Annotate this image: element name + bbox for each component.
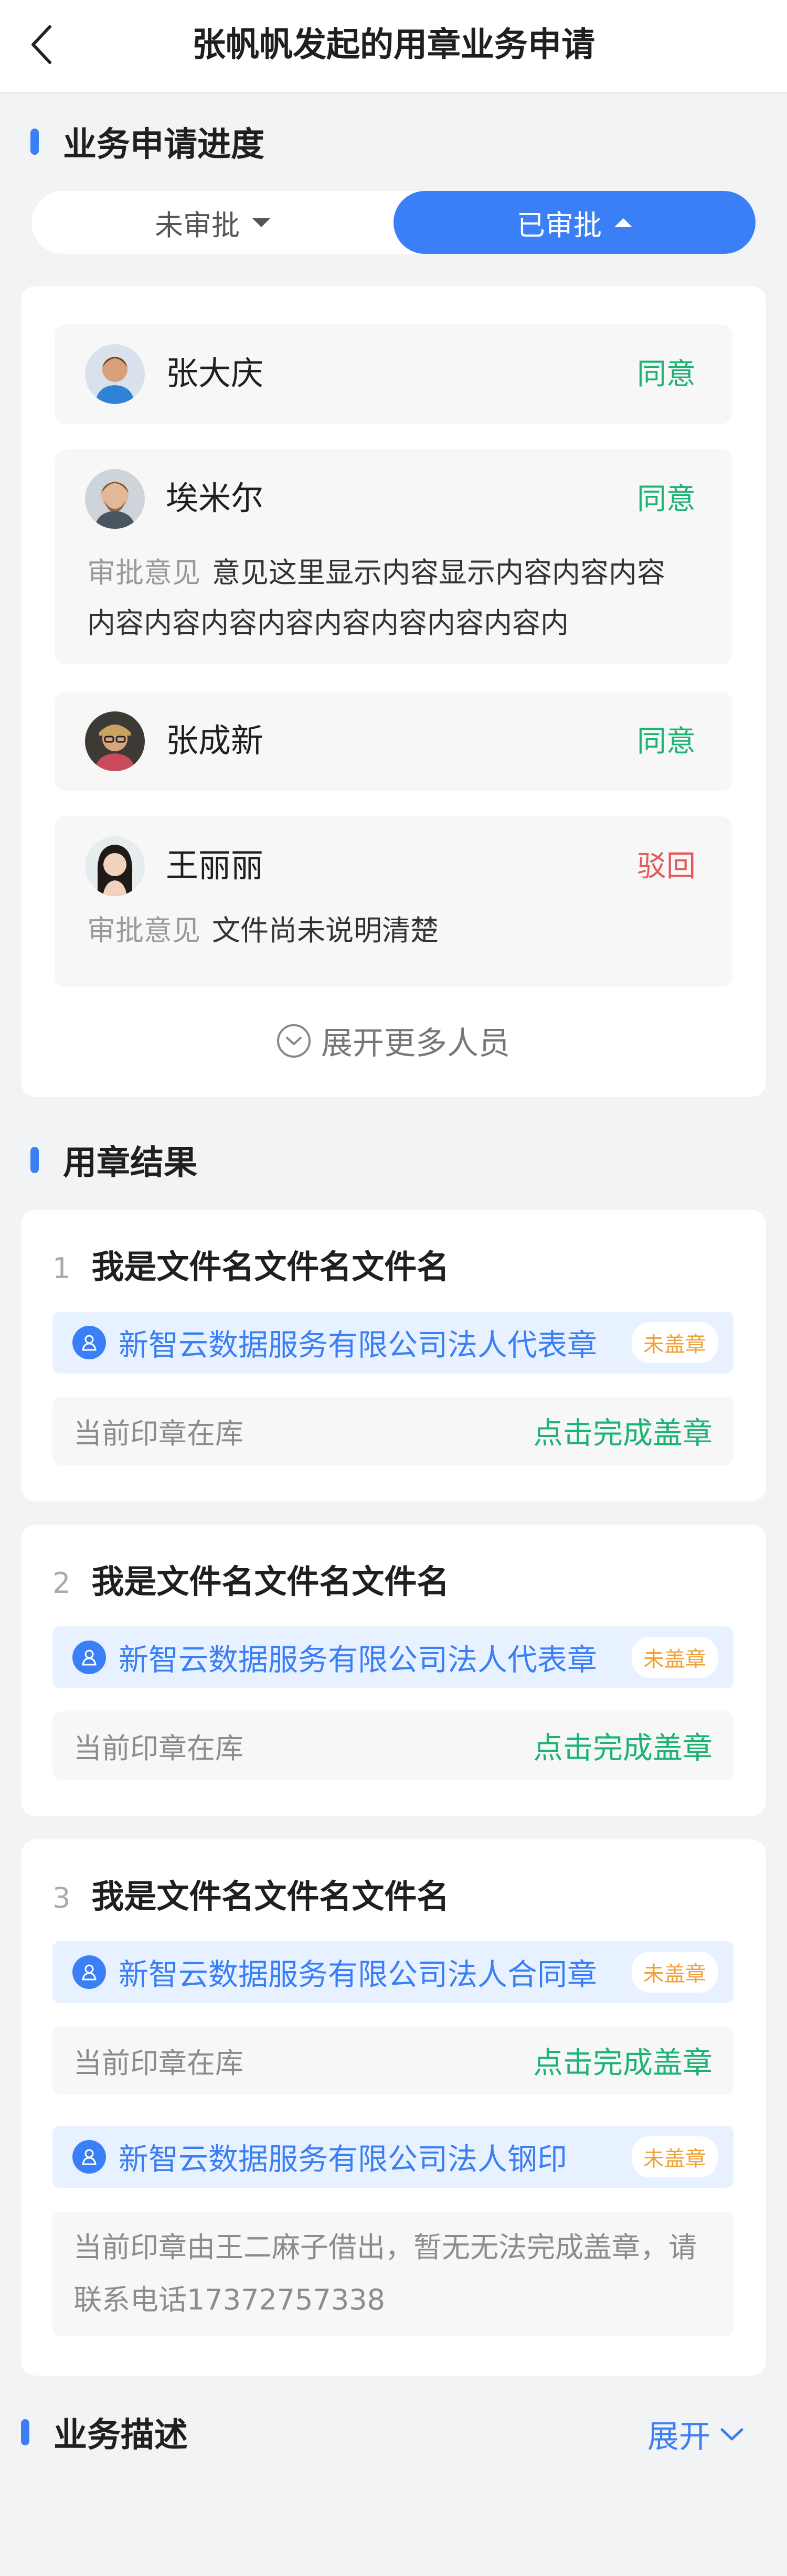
section-accent-bar bbox=[21, 2419, 29, 2445]
user-stamp-icon bbox=[72, 1641, 106, 1674]
caret-up-icon bbox=[614, 218, 632, 227]
seal-stock-text: 当前印章在库 bbox=[73, 1731, 243, 1765]
seal-name: 新智云数据服务有限公司法人代表章 bbox=[119, 1643, 597, 1677]
file-name: 我是文件名文件名文件名 bbox=[91, 1562, 450, 1601]
approver-name: 埃米尔 bbox=[166, 479, 264, 517]
approval-opinion: 审批意见 文件尚未说明清楚 bbox=[87, 909, 685, 953]
description-expand-button[interactable]: 展开 bbox=[647, 2411, 745, 2457]
seal-row: 新智云数据服务有限公司法人合同章 未盖章 bbox=[52, 1941, 733, 2003]
tab-pending-label: 未审批 bbox=[155, 208, 240, 242]
approver-item: 王丽丽 驳回 审批意见 文件尚未说明清楚 bbox=[55, 816, 732, 987]
seal-stock-row: 当前印章在库 点击完成盖章 bbox=[52, 1397, 733, 1465]
top-nav-bar: 张帆帆发起的用章业务申请 bbox=[0, 0, 787, 93]
seal-status-badge: 未盖章 bbox=[632, 1952, 718, 1993]
file-number: 2 bbox=[52, 1567, 71, 1600]
file-title-row: 3 我是文件名文件名文件名 bbox=[52, 1870, 449, 1917]
complete-stamp-button[interactable]: 点击完成盖章 bbox=[533, 1724, 712, 1767]
user-stamp-icon bbox=[72, 1326, 106, 1359]
opinion-label: 审批意见 bbox=[87, 914, 200, 947]
section-accent-bar bbox=[30, 1147, 39, 1173]
user-stamp-icon bbox=[72, 2140, 106, 2174]
section-accent-bar bbox=[30, 129, 39, 155]
seal-stock-text: 当前印章在库 bbox=[73, 2046, 243, 2080]
avatar bbox=[85, 344, 145, 404]
seal-row: 新智云数据服务有限公司法人钢印 未盖章 bbox=[52, 2126, 733, 2188]
file-result-card: 2 我是文件名文件名文件名 新智云数据服务有限公司法人代表章 未盖章 当前印章在… bbox=[21, 1525, 766, 1816]
opinion-label: 审批意见 bbox=[87, 556, 200, 589]
complete-stamp-button[interactable]: 点击完成盖章 bbox=[533, 1409, 712, 1452]
approval-tabs: 未审批 已审批 bbox=[31, 191, 756, 254]
opinion-text: 文件尚未说明清楚 bbox=[212, 914, 439, 947]
approval-status: 驳回 bbox=[637, 849, 696, 883]
seal-unavailable-note: 当前印章由王二麻子借出，暂无无法完成盖章，请联系电话17372757338 bbox=[52, 2212, 733, 2336]
tab-pending[interactable]: 未审批 bbox=[31, 191, 393, 254]
expand-more-button[interactable]: 展开更多人员 bbox=[0, 1018, 787, 1063]
result-section-label: 用章结果 bbox=[63, 1144, 197, 1183]
file-name: 我是文件名文件名文件名 bbox=[91, 1248, 450, 1286]
avatar bbox=[85, 711, 145, 771]
complete-stamp-button[interactable]: 点击完成盖章 bbox=[533, 2039, 712, 2082]
avatar bbox=[85, 469, 145, 529]
file-number: 3 bbox=[52, 1881, 71, 1914]
seal-status-badge: 未盖章 bbox=[632, 1322, 718, 1363]
seal-stock-text: 当前印章在库 bbox=[73, 1417, 243, 1450]
result-section-title: 用章结果 bbox=[30, 1136, 197, 1184]
approval-status: 同意 bbox=[637, 482, 696, 516]
progress-section-label: 业务申请进度 bbox=[63, 125, 264, 164]
seal-stock-row: 当前印章在库 点击完成盖章 bbox=[52, 1711, 733, 1780]
seal-name: 新智云数据服务有限公司法人代表章 bbox=[119, 1328, 597, 1362]
file-title-row: 1 我是文件名文件名文件名 bbox=[52, 1240, 449, 1287]
seal-row: 新智云数据服务有限公司法人代表章 未盖章 bbox=[52, 1626, 733, 1688]
tab-approved-label: 已审批 bbox=[517, 208, 602, 242]
approver-item: 张成新 同意 bbox=[55, 691, 732, 791]
description-section-title: 业务描述 bbox=[21, 2408, 188, 2456]
approver-name: 王丽丽 bbox=[166, 846, 264, 885]
seal-status-badge: 未盖章 bbox=[632, 2136, 718, 2177]
seal-name: 新智云数据服务有限公司法人钢印 bbox=[119, 2142, 567, 2177]
description-header: 业务描述 展开 bbox=[21, 2403, 766, 2461]
file-name: 我是文件名文件名文件名 bbox=[91, 1877, 450, 1915]
seal-stock-row: 当前印章在库 点击完成盖章 bbox=[52, 2026, 733, 2094]
user-stamp-icon bbox=[72, 1955, 106, 1989]
seal-row: 新智云数据服务有限公司法人代表章 未盖章 bbox=[52, 1312, 733, 1374]
file-result-card: 1 我是文件名文件名文件名 新智云数据服务有限公司法人代表章 未盖章 当前印章在… bbox=[21, 1210, 766, 1502]
approver-item: 埃米尔 同意 审批意见 意见这里显示内容显示内容内容内容内容内容内容内容内容内容内… bbox=[55, 449, 732, 664]
approval-opinion: 审批意见 意见这里显示内容显示内容内容内容内容内容内容内容内容内容内容内容内 bbox=[87, 548, 685, 648]
description-expand-label: 展开 bbox=[647, 2419, 710, 2455]
approver-name: 张成新 bbox=[166, 721, 264, 760]
progress-section-title: 业务申请进度 bbox=[30, 118, 264, 165]
page-title: 张帆帆发起的用章业务申请 bbox=[192, 26, 595, 65]
seal-name: 新智云数据服务有限公司法人合同章 bbox=[119, 1957, 597, 1992]
description-section-label: 业务描述 bbox=[54, 2416, 188, 2455]
avatar bbox=[85, 836, 145, 896]
caret-down-icon bbox=[252, 218, 270, 227]
tab-approved[interactable]: 已审批 bbox=[393, 191, 756, 254]
chevron-down-circle-icon bbox=[277, 1024, 311, 1058]
file-number: 1 bbox=[52, 1252, 71, 1285]
file-result-card: 3 我是文件名文件名文件名 新智云数据服务有限公司法人合同章 未盖章 当前印章在… bbox=[21, 1839, 766, 2376]
seal-status-badge: 未盖章 bbox=[632, 1637, 718, 1678]
approval-status: 同意 bbox=[637, 357, 696, 391]
file-title-row: 2 我是文件名文件名文件名 bbox=[52, 1555, 449, 1602]
chevron-down-icon bbox=[720, 2428, 743, 2440]
approver-name: 张大庆 bbox=[166, 354, 264, 392]
approver-item: 张大庆 同意 bbox=[55, 324, 732, 424]
approval-status: 同意 bbox=[637, 725, 696, 759]
expand-more-label: 展开更多人员 bbox=[321, 1025, 510, 1062]
